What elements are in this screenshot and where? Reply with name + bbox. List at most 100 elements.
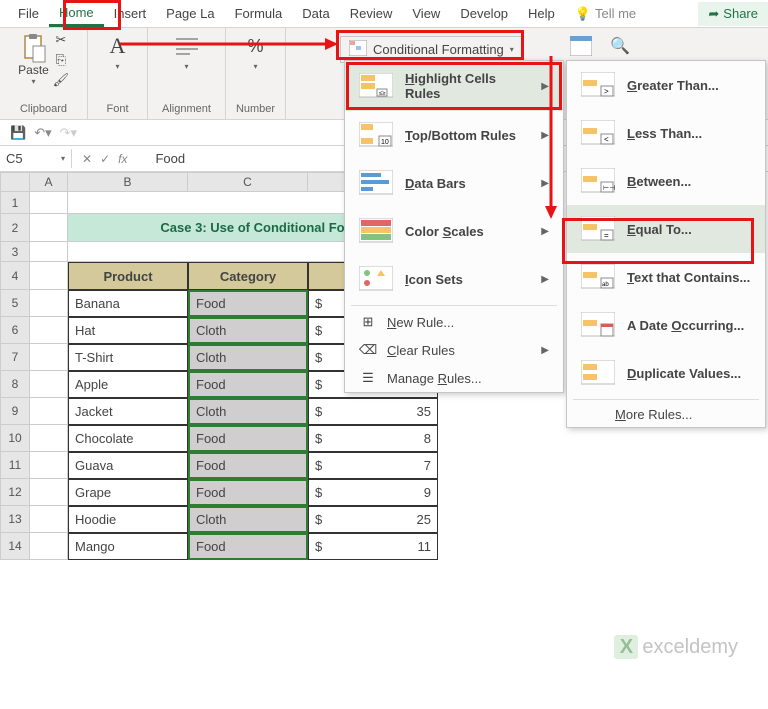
tab-insert[interactable]: Insert xyxy=(104,2,157,25)
cell-category[interactable]: Food xyxy=(188,533,308,560)
row-header[interactable]: 1 xyxy=(0,192,30,214)
between-icon: ⊢⊣ xyxy=(581,167,615,195)
textcontains-icon: ab xyxy=(581,263,615,291)
row-header[interactable]: 13 xyxy=(0,506,30,533)
row-header[interactable]: 7 xyxy=(0,344,30,371)
cell-category[interactable]: Cloth xyxy=(188,398,308,425)
format-table-icon[interactable] xyxy=(570,36,592,59)
row-header[interactable]: 9 xyxy=(0,398,30,425)
row-header[interactable]: 10 xyxy=(0,425,30,452)
row-header[interactable]: 4 xyxy=(0,262,30,290)
paste-icon[interactable] xyxy=(20,35,48,63)
tab-pagelayout[interactable]: Page La xyxy=(156,2,224,25)
cf-highlight-cells-rules[interactable]: ≤≥ Highlight Cells Rules ▶ xyxy=(345,61,563,111)
number-icon[interactable]: % xyxy=(242,32,270,60)
cell-product[interactable]: Apple xyxy=(68,371,188,398)
cf-clear-rules[interactable]: ⌫ Clear Rules ▶ xyxy=(345,336,563,364)
tellme[interactable]: 💡 Tell me xyxy=(565,2,646,26)
tab-data[interactable]: Data xyxy=(292,2,339,25)
hl-more-rules[interactable]: More Rules... xyxy=(567,402,765,427)
hl-greater-than[interactable]: > Greater Than... xyxy=(567,61,765,109)
hl-equal-to[interactable]: = Equal To... xyxy=(567,205,765,253)
cf-top-bottom-rules[interactable]: 10 Top/Bottom Rules ▶ xyxy=(345,111,563,159)
cell-price[interactable]: $9 xyxy=(308,479,438,506)
tab-file[interactable]: File xyxy=(8,2,49,25)
cut-icon[interactable]: ✂ xyxy=(53,32,69,48)
redo-icon[interactable]: ↷▾ xyxy=(60,125,77,141)
font-icon[interactable]: A xyxy=(104,32,132,60)
cell-category[interactable]: Cloth xyxy=(188,317,308,344)
row-header[interactable]: 11 xyxy=(0,452,30,479)
cell-category[interactable]: Food xyxy=(188,452,308,479)
alignment-icon[interactable] xyxy=(173,32,201,60)
header-category[interactable]: Category xyxy=(188,262,308,290)
find-icon[interactable]: 🔍 xyxy=(610,36,630,59)
cell-category[interactable]: Food xyxy=(188,290,308,317)
row-header[interactable]: 5 xyxy=(0,290,30,317)
tab-help[interactable]: Help xyxy=(518,2,565,25)
paste-label[interactable]: Paste xyxy=(18,63,49,77)
header-product[interactable]: Product xyxy=(68,262,188,290)
cell-product[interactable]: Chocolate xyxy=(68,425,188,452)
cell-category[interactable]: Food xyxy=(188,479,308,506)
row-header[interactable]: 14 xyxy=(0,533,30,560)
fx-icon[interactable]: fx xyxy=(118,152,127,166)
cell-product[interactable]: Grape xyxy=(68,479,188,506)
cf-manage-rules[interactable]: ☰ Manage Rules... xyxy=(345,364,563,392)
hl-duplicate-values[interactable]: Duplicate Values... xyxy=(567,349,765,397)
tab-review[interactable]: Review xyxy=(340,2,403,25)
tab-developer[interactable]: Develop xyxy=(450,2,518,25)
cell-price[interactable]: $35 xyxy=(308,398,438,425)
formatpainter-icon[interactable]: 🖌 xyxy=(53,72,69,88)
cf-data-bars[interactable]: Data Bars ▶ xyxy=(345,159,563,207)
newrule-icon: ⊞ xyxy=(359,313,377,331)
cell-category[interactable]: Cloth xyxy=(188,344,308,371)
hl-text-contains[interactable]: ab Text that Contains... xyxy=(567,253,765,301)
cell-price[interactable]: $25 xyxy=(308,506,438,533)
share-button[interactable]: ➦ Share xyxy=(698,2,768,26)
cell-price[interactable]: $8 xyxy=(308,425,438,452)
cell-category[interactable]: Food xyxy=(188,371,308,398)
row-header[interactable]: 3 xyxy=(0,242,30,262)
row-header[interactable]: 6 xyxy=(0,317,30,344)
row-header[interactable]: 2 xyxy=(0,214,30,242)
tab-formulas[interactable]: Formula xyxy=(225,2,293,25)
less-icon: < xyxy=(581,119,615,147)
copy-icon[interactable]: ⎘ xyxy=(53,52,69,68)
paste-dropdown[interactable]: ▾ xyxy=(31,77,35,86)
cell-product[interactable]: T-Shirt xyxy=(68,344,188,371)
cell-product[interactable]: Jacket xyxy=(68,398,188,425)
cell-product[interactable]: Banana xyxy=(68,290,188,317)
cell-category[interactable]: Cloth xyxy=(188,506,308,533)
select-all-corner[interactable] xyxy=(0,172,30,192)
cell-product[interactable]: Mango xyxy=(68,533,188,560)
cf-new-rule[interactable]: ⊞ New Rule... xyxy=(345,308,563,336)
cell-product[interactable]: Guava xyxy=(68,452,188,479)
undo-icon[interactable]: ↶▾ xyxy=(34,125,51,141)
col-header-c[interactable]: C xyxy=(188,172,308,192)
conditional-formatting-button[interactable]: Conditional Formatting ▾ xyxy=(340,36,523,63)
cell-price[interactable]: $7 xyxy=(308,452,438,479)
cf-color-scales[interactable]: Color Scales ▶ xyxy=(345,207,563,255)
cell-product[interactable]: Hoodie xyxy=(68,506,188,533)
hl-between[interactable]: ⊢⊣ Between... xyxy=(567,157,765,205)
row-header[interactable]: 12 xyxy=(0,479,30,506)
namebox-dropdown[interactable]: ▾ xyxy=(61,154,65,163)
col-header-b[interactable]: B xyxy=(68,172,188,192)
formula-input[interactable]: Food xyxy=(135,151,185,166)
ribbon-tabs: File Home Insert Page La Formula Data Re… xyxy=(0,0,768,28)
hl-date-occurring[interactable]: A Date Occurring... xyxy=(567,301,765,349)
tab-home[interactable]: Home xyxy=(49,1,104,27)
tab-view[interactable]: View xyxy=(402,2,450,25)
cell-product[interactable]: Hat xyxy=(68,317,188,344)
hl-less-than[interactable]: < Less Than... xyxy=(567,109,765,157)
cell-category[interactable]: Food xyxy=(188,425,308,452)
col-header-a[interactable]: A xyxy=(30,172,68,192)
cancel-icon[interactable]: ✕ xyxy=(82,152,92,166)
save-icon[interactable]: 💾 xyxy=(10,125,26,141)
cf-icon-sets[interactable]: Icon Sets ▶ xyxy=(345,255,563,303)
name-box[interactable]: C5 ▾ xyxy=(0,149,72,168)
cell-price[interactable]: $11 xyxy=(308,533,438,560)
row-header[interactable]: 8 xyxy=(0,371,30,398)
enter-icon[interactable]: ✓ xyxy=(100,152,110,166)
